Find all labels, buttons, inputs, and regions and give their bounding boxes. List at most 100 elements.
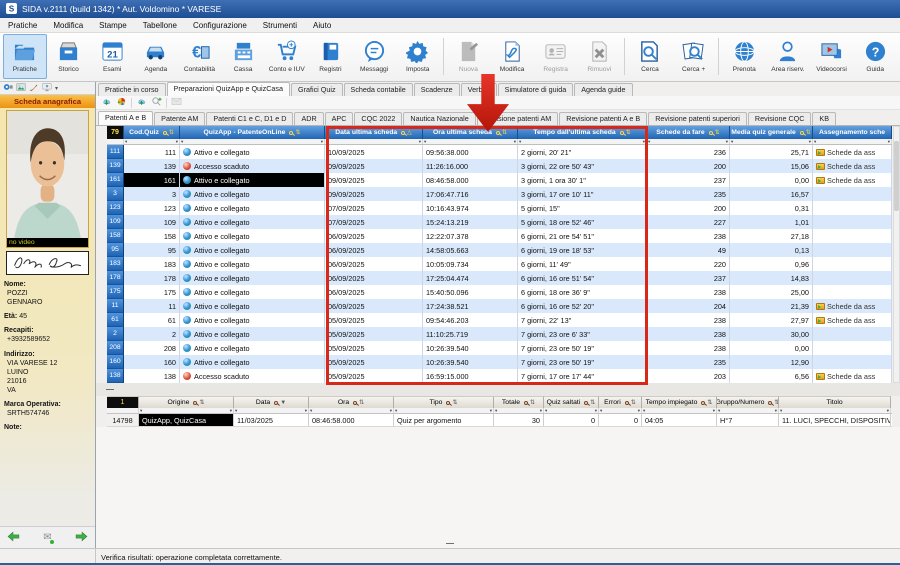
tab[interactable]: Grafici Quiz [291, 83, 343, 96]
toolbar-button[interactable]: Videocorsi [810, 34, 854, 79]
filter-cell[interactable]: ▾▾ [234, 408, 309, 413]
row-number[interactable]: 208 [107, 341, 124, 355]
toolbar-button[interactable]: Conto e IUV [265, 34, 309, 79]
row-number[interactable]: 61 [107, 313, 124, 327]
filter-cell[interactable]: ▾▾ [730, 139, 813, 144]
previous-record-icon[interactable] [7, 531, 20, 544]
table-row[interactable]: 138 138 Accesso scaduto 05/09/2025 16:59… [107, 369, 892, 383]
tab[interactable]: Patenti A e B [98, 111, 153, 125]
menu-item[interactable]: Strumenti [255, 20, 305, 31]
tab[interactable]: Patenti C1 e C, D1 e D [206, 112, 293, 125]
table-row[interactable]: 160 160 Attivo e collegato 05/09/2025 10… [107, 355, 892, 369]
cloud-add-icon[interactable] [136, 96, 147, 109]
filter-cell[interactable]: ▾▾ [394, 408, 494, 413]
filter-cell[interactable]: ▾▾ [813, 139, 892, 144]
cloud-download-icon[interactable] [101, 96, 112, 109]
row-number[interactable]: 3 [107, 187, 124, 201]
table-row[interactable]: 109 109 Attivo e collegato 07/09/2025 15… [107, 215, 892, 229]
tab[interactable]: Revisione patenti superiori [648, 112, 747, 125]
column-header-ora-ultima[interactable]: Ora ultima scheda⇅ [423, 126, 518, 139]
tab[interactable]: ADR [294, 112, 323, 125]
scrollbar-thumb[interactable] [894, 141, 899, 211]
column-header-tipo[interactable]: Tipo⇅ [394, 396, 494, 408]
toolbar-button[interactable]: Registri [309, 34, 353, 79]
toolbar-button[interactable]: Storico [47, 34, 91, 79]
zoom-add-icon[interactable] [151, 96, 162, 109]
filter-cell[interactable]: ▾▾ [779, 408, 891, 413]
filter-cell[interactable]: ▾▾ [717, 408, 779, 413]
filter-cell[interactable]: ▾▾ [139, 408, 234, 413]
column-header-tempo[interactable]: Tempo dall'ultima scheda⇅ [518, 126, 647, 139]
column-header-assegnamento[interactable]: Assegnamento sche [813, 126, 892, 139]
tab[interactable]: Revisione patenti AM [477, 112, 559, 125]
vertical-scrollbar[interactable] [893, 126, 900, 383]
row-number[interactable]: 138 [107, 369, 124, 383]
next-record-icon[interactable] [75, 531, 88, 544]
toolbar-button[interactable]: Messaggi [352, 34, 396, 79]
tab[interactable]: Revisione CQC [748, 112, 812, 125]
tab[interactable]: KB [812, 112, 836, 125]
toolbar-button[interactable]: Nuova [447, 34, 491, 79]
send-mail-icon[interactable]: ✉ [43, 533, 51, 543]
collapse-handle[interactable]: — [446, 542, 454, 546]
table-row[interactable]: 139 139 Accesso scaduto 09/09/2025 11:26… [107, 159, 892, 173]
toolbar-button[interactable]: Pratiche [3, 34, 47, 79]
table-row[interactable]: 158 158 Attivo e collegato 06/09/2025 12… [107, 229, 892, 243]
toolbar-button[interactable]: Registra [534, 34, 578, 79]
column-header-ora[interactable]: Ora⇅ [309, 396, 394, 408]
column-header-origine[interactable]: Origine⇅ [139, 396, 234, 408]
menu-item[interactable]: Stampe [91, 20, 135, 31]
signature-pen-icon[interactable] [29, 82, 39, 94]
chevron-down-icon[interactable]: ▾ [55, 85, 58, 92]
row-number[interactable]: 158 [107, 229, 124, 243]
menu-item[interactable]: Aiuto [305, 20, 339, 31]
tab[interactable]: Scheda contabile [344, 83, 413, 96]
column-header-schede-da-fare[interactable]: Schede da fare⇅ [647, 126, 730, 139]
filter-cell[interactable]: ▾▾ [309, 408, 394, 413]
table-row[interactable]: 11 11 Attivo e collegato 06/09/2025 17:2… [107, 299, 892, 313]
tab[interactable]: Simulatore di guida [498, 83, 574, 96]
table-row[interactable]: 95 95 Attivo e collegato 06/09/2025 14:5… [107, 243, 892, 257]
toolbar-button[interactable]: Area riserv. [766, 34, 810, 79]
column-header-gruppo-numero[interactable]: Gruppo/Numero⇅ [717, 396, 779, 408]
table-row[interactable]: 175 175 Attivo e collegato 06/09/2025 15… [107, 285, 892, 299]
filter-cell[interactable]: ▾▾ [642, 408, 717, 413]
toolbar-button[interactable]: Agenda [134, 34, 178, 79]
table-row[interactable]: 61 61 Attivo e collegato 05/09/2025 09:5… [107, 313, 892, 327]
webcam-icon[interactable] [3, 82, 13, 94]
table-row[interactable]: 2 2 Attivo e collegato 05/09/2025 11:10:… [107, 327, 892, 341]
toolbar-button[interactable]: Cerca [628, 34, 672, 79]
photo-icon[interactable] [16, 82, 26, 94]
column-header-totale[interactable]: Totale⇅ [494, 396, 544, 408]
table-row[interactable]: 3 3 Attivo e collegato 09/09/2025 17:06:… [107, 187, 892, 201]
tab[interactable]: CQC 2022 [354, 112, 402, 125]
mail-icon[interactable] [171, 96, 182, 109]
tab[interactable]: Verbali [461, 83, 497, 96]
menu-item[interactable]: Tabellone [135, 20, 185, 31]
toolbar-button[interactable]: Imposta [396, 34, 440, 79]
column-header-media-quiz[interactable]: Media quiz generale⇅ [730, 126, 813, 139]
toolbar-button[interactable]: € Contabilità [178, 34, 222, 79]
toolbar-button[interactable]: Cassa [221, 34, 265, 79]
menu-item[interactable]: Pratiche [0, 20, 45, 31]
table-row[interactable]: 161 161 Attivo e collegato 09/09/2025 08… [107, 173, 892, 187]
table-row[interactable]: 183 183 Attivo e collegato 06/09/2025 10… [107, 257, 892, 271]
table-row[interactable]: 123 123 Attivo e collegato 07/09/2025 10… [107, 201, 892, 215]
row-number[interactable]: 109 [107, 215, 124, 229]
column-header-data[interactable]: Data▼ [234, 396, 309, 408]
tab[interactable]: Scadenze [414, 83, 460, 96]
chart-pie-icon[interactable] [116, 96, 127, 109]
column-header-data-ultima[interactable]: Data ultima scheda△ [325, 126, 423, 139]
table-row[interactable]: 178 178 Attivo e collegato 06/09/2025 17… [107, 271, 892, 285]
row-number[interactable]: 161 [107, 173, 124, 187]
column-header-cod-quiz[interactable]: Cod.Quiz⇅ [124, 126, 180, 139]
filter-cell[interactable]: ▾▾ [325, 139, 423, 144]
filter-cell[interactable]: ▾▾ [494, 408, 544, 413]
toolbar-button[interactable]: Cerca + [672, 34, 716, 79]
toolbar-button[interactable]: Rimuovi [578, 34, 622, 79]
tab[interactable]: Nautica Nazionale [403, 112, 475, 125]
row-number[interactable]: 11 [107, 299, 124, 313]
toolbar-button[interactable]: Prenota [722, 34, 766, 79]
row-number[interactable]: 175 [107, 285, 124, 299]
table-row[interactable]: 208 208 Attivo e collegato 05/09/2025 10… [107, 341, 892, 355]
